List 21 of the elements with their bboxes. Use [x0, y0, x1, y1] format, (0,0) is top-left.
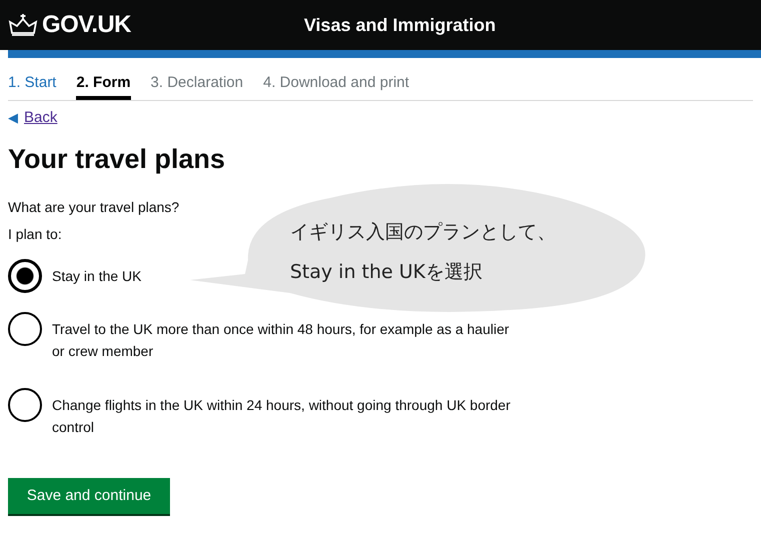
crown-icon	[8, 13, 38, 37]
back-link[interactable]: Back	[24, 106, 58, 129]
page-title: Your travel plans	[8, 143, 226, 176]
radio-label[interactable]: Travel to the UK more than once within 48 hours, for example as a haulier or crew member	[52, 318, 522, 362]
radio-button[interactable]	[8, 388, 42, 422]
back-arrow-icon: ◀	[8, 108, 18, 128]
govuk-logo[interactable]: GOV.UK	[42, 7, 131, 43]
radio-button[interactable]	[8, 258, 42, 293]
radio-button[interactable]	[8, 312, 42, 346]
step-tab[interactable]: 1. Start	[8, 72, 56, 100]
step-tab[interactable]: 4. Download and print	[263, 72, 410, 100]
save-and-continue-button[interactable]: Save and continue	[8, 478, 170, 514]
question-text: What are your travel plans?	[8, 198, 180, 217]
step-tab[interactable]: 3. Declaration	[150, 72, 244, 100]
callout-text: Stay in the UKを選択	[290, 260, 484, 285]
step-tab[interactable]: 2. Form	[76, 72, 131, 100]
hint-text: I plan to:	[8, 224, 62, 244]
radio-label[interactable]: Stay in the UK	[52, 264, 142, 287]
service-name[interactable]: Visas and Immigration	[304, 12, 496, 38]
radio-label[interactable]: Change flights in the UK within 24 hours, without going through UK border control	[52, 394, 522, 438]
callout-text: イギリス入国のプランとして、	[290, 220, 556, 245]
